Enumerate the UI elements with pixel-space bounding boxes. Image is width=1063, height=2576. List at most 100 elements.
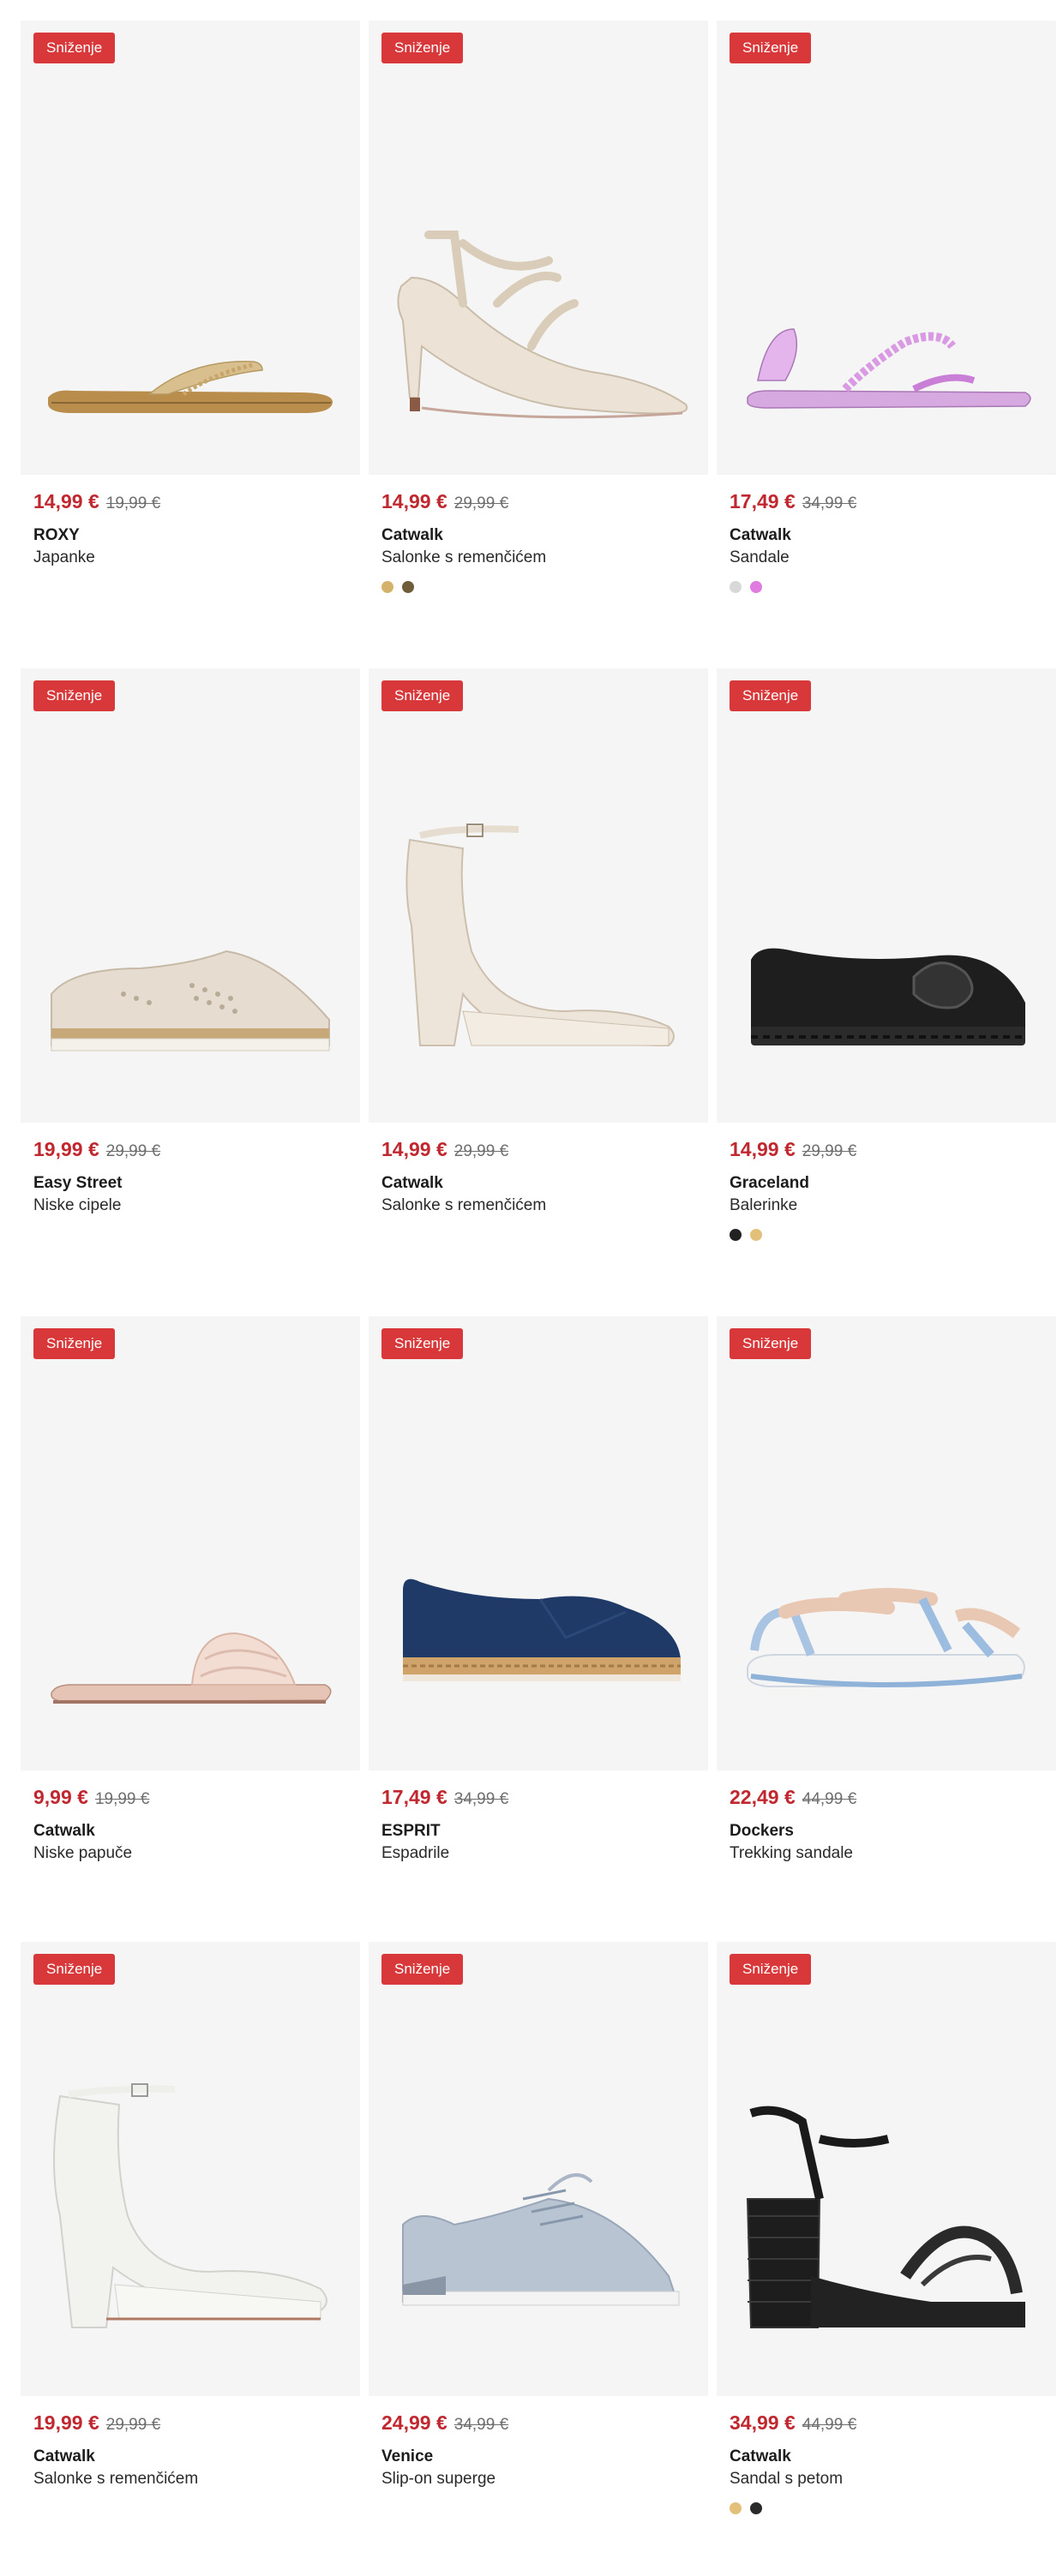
product-card[interactable]: Sniženje 14,99 € 19,99 € ROXY Japanke <box>21 21 360 668</box>
product-name[interactable]: Salonke s remenčićem <box>381 548 695 567</box>
product-name[interactable]: Slip-on superge <box>381 2470 695 2489</box>
color-swatch-black[interactable] <box>730 1229 742 1241</box>
original-price: 19,99 € <box>94 1790 150 1808</box>
ballerina-image <box>751 948 1025 1045</box>
color-swatches <box>730 581 1043 593</box>
espadrille-image <box>403 1579 681 1681</box>
product-image[interactable]: Sniženje <box>369 1316 708 1770</box>
product-card[interactable]: Sniženje 19,99 € 29,99 € Catwalk Salonke… <box>21 1942 360 2576</box>
product-name[interactable]: Niske papuče <box>33 1844 347 1863</box>
platform-pump-image <box>405 824 675 1047</box>
product-brand: Catwalk <box>33 2447 95 2465</box>
sale-price: 19,99 € <box>33 2411 99 2434</box>
original-price: 29,99 € <box>105 1142 161 1160</box>
product-brand: Catwalk <box>381 1174 443 1192</box>
sale-badge: Sniženje <box>33 680 116 711</box>
product-brand: Easy Street <box>33 1174 123 1192</box>
product-image[interactable]: Sniženje <box>21 21 360 475</box>
original-price: 34,99 € <box>453 2416 509 2434</box>
product-image[interactable]: Sniženje <box>21 1942 360 2396</box>
product-name[interactable]: Espadrile <box>381 1844 695 1863</box>
product-card[interactable]: Sniženje 24,99 € 34,99 € Venice Slip-on … <box>369 1942 708 2576</box>
color-swatches <box>381 581 695 593</box>
sneaker-image <box>402 2173 680 2306</box>
sale-badge: Sniženje <box>730 33 812 63</box>
flip-flop-image <box>48 361 333 413</box>
sale-badge: Sniženje <box>381 680 464 711</box>
color-swatch-tan[interactable] <box>381 581 393 593</box>
product-name[interactable]: Balerinke <box>730 1196 1043 1215</box>
product-brand: Catwalk <box>730 526 791 544</box>
sale-badge: Sniženje <box>730 680 812 711</box>
product-grid: Sniženje 14,99 € 19,99 € ROXY Japanke Sn… <box>21 21 1060 2576</box>
sale-price: 19,99 € <box>33 1138 99 1160</box>
sale-badge: Sniženje <box>730 1954 812 1985</box>
sale-badge: Sniženje <box>730 1328 812 1359</box>
original-price: 44,99 € <box>802 1790 857 1808</box>
product-card[interactable]: Sniženje 17,49 € 34,99 € Catwalk Sandale <box>717 21 1056 668</box>
white-pump-image <box>53 2083 327 2328</box>
sale-badge: Sniženje <box>381 33 464 63</box>
product-image[interactable]: Sniženje <box>369 668 708 1123</box>
sale-price: 14,99 € <box>730 1138 796 1160</box>
product-card[interactable]: Sniženje 17,49 € 34,99 € ESPRIT Espadril… <box>369 1316 708 1942</box>
product-name[interactable]: Niske cipele <box>33 1196 347 1215</box>
product-card[interactable]: Sniženje 14,99 € 29,99 € Catwalk Salonke… <box>369 668 708 1316</box>
sandal-image <box>747 328 1031 409</box>
product-name[interactable]: Salonke s remenčićem <box>33 2470 347 2489</box>
slide-image <box>51 1632 332 1704</box>
product-card[interactable]: Sniženje 14,99 € 29,99 € Graceland Baler… <box>717 668 1056 1316</box>
sale-price: 14,99 € <box>381 490 447 512</box>
product-image[interactable]: Sniženje <box>21 668 360 1123</box>
product-image[interactable]: Sniženje <box>369 1942 708 2396</box>
sale-price: 9,99 € <box>33 1786 88 1808</box>
product-brand: ROXY <box>33 526 80 544</box>
strappy-pump-image <box>397 231 688 419</box>
product-card[interactable]: Sniženje 19,99 € 29,99 € Easy Street Nis… <box>21 668 360 1316</box>
color-swatches <box>730 2502 1043 2514</box>
product-image[interactable]: Sniženje <box>717 21 1056 475</box>
product-image[interactable]: Sniženje <box>717 1942 1056 2396</box>
sale-badge: Sniženje <box>33 1328 116 1359</box>
original-price: 29,99 € <box>802 1142 857 1160</box>
product-brand: Graceland <box>730 1174 809 1192</box>
product-card[interactable]: Sniženje 9,99 € 19,99 € Catwalk Niske pa… <box>21 1316 360 1942</box>
product-name[interactable]: Trekking sandale <box>730 1844 1043 1863</box>
original-price: 29,99 € <box>453 1142 509 1160</box>
product-name[interactable]: Sandal s petom <box>730 2470 1043 2489</box>
color-swatch-silver[interactable] <box>730 581 742 593</box>
color-swatch-gold[interactable] <box>750 1229 762 1241</box>
product-image[interactable]: Sniženje <box>717 668 1056 1123</box>
sale-price: 14,99 € <box>33 490 99 512</box>
color-swatch-gold[interactable] <box>730 2502 742 2514</box>
sale-price: 34,99 € <box>730 2411 796 2434</box>
color-swatch-black[interactable] <box>750 2502 762 2514</box>
color-swatch-olive[interactable] <box>402 581 414 593</box>
sale-price: 14,99 € <box>381 1138 447 1160</box>
original-price: 44,99 € <box>802 2416 857 2434</box>
original-price: 19,99 € <box>105 494 161 512</box>
sale-price: 17,49 € <box>381 1786 447 1808</box>
trekking-sandal-image <box>747 1588 1025 1688</box>
product-image[interactable]: Sniženje <box>369 21 708 475</box>
original-price: 34,99 € <box>453 1790 509 1808</box>
product-card[interactable]: Sniženje 34,99 € 44,99 € Catwalk Sandal … <box>717 1942 1056 2576</box>
product-image[interactable]: Sniženje <box>717 1316 1056 1770</box>
product-card[interactable]: Sniženje 22,49 € 44,99 € Dockers Trekkin… <box>717 1316 1056 1942</box>
sale-price: 24,99 € <box>381 2411 447 2434</box>
product-brand: Catwalk <box>33 1822 95 1840</box>
product-card[interactable]: Sniženje 14,99 € 29,99 € Catwalk Salonke… <box>369 21 708 668</box>
product-image[interactable]: Sniženje <box>21 1316 360 1770</box>
product-name[interactable]: Salonke s remenčićem <box>381 1196 695 1215</box>
product-name[interactable]: Japanke <box>33 548 347 567</box>
sale-price: 17,49 € <box>730 490 796 512</box>
sale-badge: Sniženje <box>381 1954 464 1985</box>
color-swatch-pink[interactable] <box>750 581 762 593</box>
original-price: 29,99 € <box>453 494 509 512</box>
sale-badge: Sniženje <box>33 1954 116 1985</box>
product-name[interactable]: Sandale <box>730 548 1043 567</box>
product-brand: Catwalk <box>730 2447 791 2465</box>
sale-badge: Sniženje <box>33 33 116 63</box>
original-price: 34,99 € <box>802 494 857 512</box>
loafer-image <box>51 950 330 1051</box>
